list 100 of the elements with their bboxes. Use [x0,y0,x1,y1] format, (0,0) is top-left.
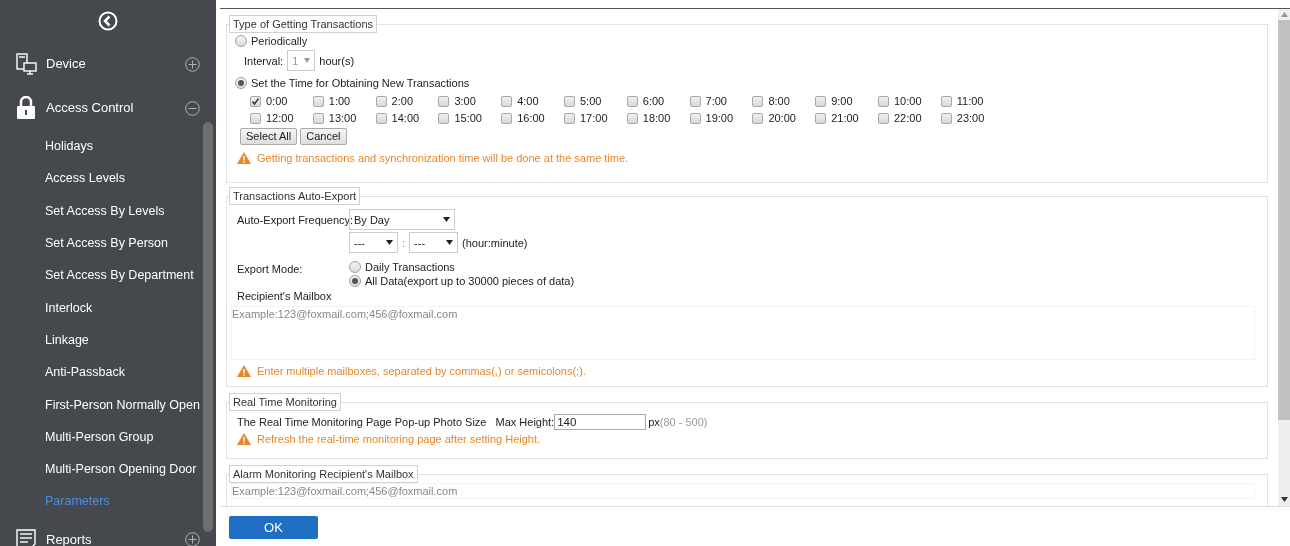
section-title: Type of Getting Transactions [229,15,378,33]
hour-label: 4:00 [517,94,539,108]
checkbox[interactable] [501,112,513,124]
mailbox-field[interactable]: Example:123@foxmail.com;456@foxmail.com [231,306,1255,360]
hour-label: 1:00 [328,94,351,108]
radio-button[interactable] [349,275,361,287]
back-icon[interactable] [98,11,118,31]
checkbox[interactable] [626,112,638,124]
hour-label: 0:00 [266,94,288,108]
checkbox[interactable] [877,112,889,124]
scroll-up-icon[interactable] [1280,12,1288,17]
hour-label: 2:00 [391,94,413,108]
caret-icon [304,58,311,63]
action-button[interactable]: Select All [240,128,298,145]
time-hint: (hour:minute) [462,235,528,250]
unit-label: px [648,415,660,429]
hour-label: 9:00 [831,94,853,108]
checkbox[interactable] [564,112,575,124]
hour-label: 16:00 [517,111,545,125]
warning-text: Getting transactions and synchronization time will be done at the same time. [257,151,629,165]
checkbox[interactable] [438,95,450,107]
checkbox[interactable] [375,95,387,107]
checkbox[interactable] [312,95,324,107]
collapse-icon[interactable] [185,100,200,116]
warning-icon [237,365,251,377]
hour-label: 6:00 [642,94,665,108]
frequency-select[interactable]: By Day [349,209,455,230]
expand-icon[interactable] [185,56,200,72]
radio-button[interactable] [235,35,247,47]
menu-item[interactable]: Access Control [0,86,216,130]
range-hint: (80 - 500) [659,415,708,429]
hour-label: 18:00 [642,111,671,125]
hour-label: 19:00 [705,111,734,125]
height-field[interactable]: 140 [554,414,647,430]
ok-button[interactable]: OK [229,516,318,539]
mailbox-field[interactable]: Example:123@foxmail.com;456@foxmail.com [231,483,1255,499]
submenu-item[interactable]: First-Person Normally Open [0,388,216,421]
submenu-item[interactable]: Access Levels [0,162,216,195]
report-icon [16,528,36,546]
section-title: Transactions Auto-Export [229,187,361,205]
submenu-item[interactable]: Set Access By Levels [0,194,216,227]
checkbox[interactable] [250,95,261,107]
checkbox[interactable] [375,112,387,124]
device-icon [16,53,38,75]
checkbox[interactable] [752,112,764,124]
checkbox[interactable] [312,112,324,124]
action-button[interactable]: Cancel [300,128,347,145]
checkbox[interactable] [501,95,513,107]
checkbox[interactable] [877,95,889,107]
radio-button[interactable] [349,261,361,273]
section-title: Real Time Monitoring [229,393,341,411]
checkbox[interactable] [689,112,701,124]
warning-icon [237,152,251,164]
hour-label: 3:00 [454,94,476,108]
submenu-item[interactable]: Holidays [0,130,216,163]
checkbox[interactable] [940,112,952,124]
section-title: Alarm Monitoring Recipient's Mailbox [229,465,418,483]
scrollbar[interactable] [203,122,213,532]
radio-label: Periodically [251,34,308,48]
minute-select[interactable]: --- [409,232,459,253]
menu-item[interactable]: Device [0,42,216,86]
checkbox[interactable] [564,95,575,107]
checkbox[interactable] [689,95,701,107]
hour-label: 12:00 [266,111,294,125]
checkbox[interactable] [815,95,827,107]
checkbox[interactable] [752,95,764,107]
caret-icon [443,217,450,222]
hour-label: 13:00 [328,111,357,125]
submenu-item[interactable]: Multi-Person Opening Door [0,452,216,486]
hour-label: 14:00 [391,111,420,125]
hour-label: 22:00 [893,111,922,125]
hour-label: 5:00 [580,94,602,108]
radio-label: Set the Time for Obtaining New Transactions [251,76,470,90]
checkbox[interactable] [438,112,450,124]
hour-label: 15:00 [454,111,482,125]
checkbox[interactable] [626,95,638,107]
checkbox[interactable] [250,112,261,124]
menu-item[interactable]: Reports [0,517,216,546]
field-label: Recipient's Mailbox [236,289,332,303]
hour-label: 23:00 [956,111,985,125]
hour-label: 10:00 [893,94,922,108]
caret-icon [386,240,393,245]
checkbox[interactable] [815,112,827,124]
checkbox[interactable] [940,95,952,107]
radio-button[interactable] [235,77,247,89]
submenu-item[interactable]: Set Access By Person [0,226,216,260]
hour-select[interactable]: --- [349,232,398,253]
submenu-item[interactable]: Linkage [0,323,216,357]
hour-label: 21:00 [831,111,859,125]
scroll-down-icon[interactable] [1280,497,1288,502]
scrollbar[interactable] [1278,9,1290,506]
submenu-item[interactable]: Interlock [0,291,216,324]
submenu-item[interactable]: Multi-Person Group [0,420,216,453]
expand-icon[interactable] [185,532,200,546]
field-label: The Real Time Monitoring Page Pop-up Photo Size [237,415,487,429]
radio-label: Daily Transactions [365,260,455,274]
submenu-item[interactable]: Anti-Passback [0,356,216,389]
submenu-item[interactable]: Set Access By Department [0,259,216,292]
unit-label: hour(s) [319,53,355,68]
field-label: Max Height: [495,415,555,429]
